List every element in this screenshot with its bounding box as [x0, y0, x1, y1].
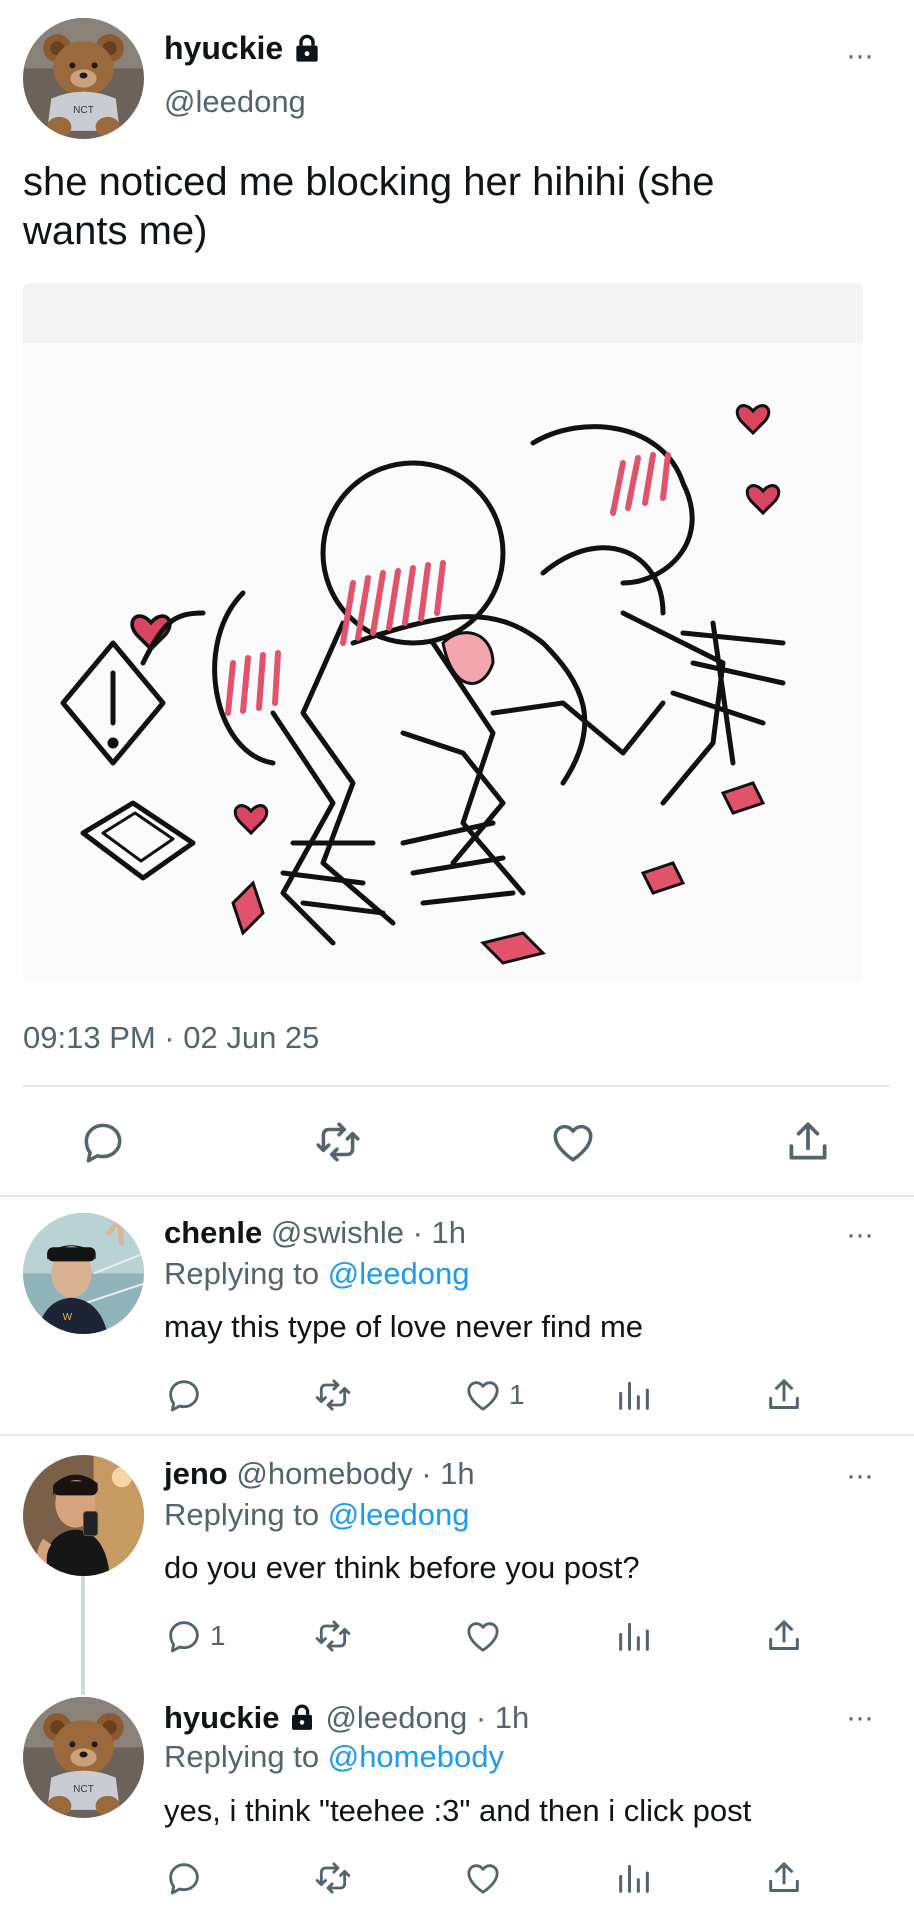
author-line: hyuckie @leedong · 1h	[164, 1700, 529, 1736]
tweet-text: she noticed me blocking her hihihi (she …	[23, 158, 715, 256]
handle-time[interactable]: @homebody · 1h	[236, 1456, 474, 1491]
divider	[0, 1434, 914, 1436]
lock-icon	[287, 1703, 317, 1733]
reply-count: 1	[210, 1620, 226, 1651]
svg-text:W: W	[63, 1312, 73, 1323]
author-line: chenle @swishle · 1h	[164, 1215, 466, 1251]
reply-icon[interactable]	[164, 1375, 204, 1415]
divider	[0, 1195, 914, 1197]
divider	[23, 1085, 890, 1087]
tweet-text-line: she noticed me blocking her hihihi (she	[23, 160, 715, 204]
author-line: hyuckie	[164, 30, 323, 67]
avatar-photo: W	[23, 1213, 144, 1334]
retweet-icon[interactable]	[313, 1117, 363, 1167]
replying-prefix: Replying to	[164, 1739, 320, 1774]
share-icon[interactable]	[764, 1616, 804, 1656]
display-name[interactable]: hyuckie	[164, 30, 283, 67]
avatar[interactable]: W	[23, 1213, 144, 1334]
retweet-icon[interactable]	[313, 1616, 353, 1656]
display-name[interactable]: hyuckie	[164, 1700, 279, 1736]
avatar[interactable]	[23, 1455, 144, 1576]
reply-text: do you ever think before you post?	[164, 1550, 640, 1585]
replying-to-link[interactable]: @leedong	[328, 1497, 470, 1532]
replying-to: Replying to @homebody	[164, 1739, 504, 1775]
replying-to: Replying to @leedong	[164, 1497, 470, 1533]
handle[interactable]: @leedong	[164, 84, 306, 120]
reply-icon[interactable]: 1	[164, 1616, 226, 1656]
replying-to: Replying to @leedong	[164, 1256, 470, 1292]
tweet-text-line: wants me)	[23, 209, 208, 253]
display-name[interactable]: jeno	[164, 1456, 228, 1491]
thread-line	[81, 1575, 85, 1695]
retweet-icon[interactable]	[313, 1858, 353, 1898]
author-line: jeno @homebody · 1h	[164, 1456, 475, 1492]
avatar-photo	[23, 1455, 144, 1576]
tweet-image[interactable]	[23, 283, 863, 983]
avatar[interactable]	[23, 1697, 144, 1818]
more-options-button[interactable]: ···	[846, 41, 874, 71]
meme-drawing	[23, 283, 863, 983]
replying-to-link[interactable]: @leedong	[328, 1256, 470, 1291]
reply-icon[interactable]	[78, 1117, 128, 1167]
handle-time[interactable]: @swishle · 1h	[271, 1215, 466, 1250]
share-icon[interactable]	[783, 1117, 833, 1167]
share-icon[interactable]	[764, 1858, 804, 1898]
replying-prefix: Replying to	[164, 1256, 320, 1291]
stats-icon[interactable]	[614, 1375, 654, 1415]
like-icon[interactable]	[463, 1616, 503, 1656]
share-icon[interactable]	[764, 1375, 804, 1415]
reply-text: may this type of love never find me	[164, 1309, 644, 1344]
more-options-button[interactable]: ···	[846, 1703, 874, 1733]
like-icon[interactable]	[463, 1858, 503, 1898]
lock-icon	[291, 33, 323, 65]
display-name[interactable]: chenle	[164, 1215, 262, 1250]
replying-prefix: Replying to	[164, 1497, 320, 1532]
stats-icon[interactable]	[614, 1858, 654, 1898]
timestamp[interactable]: 09:13 PM · 02 Jun 25	[23, 1020, 319, 1056]
more-options-button[interactable]: ···	[846, 1220, 874, 1250]
stats-icon[interactable]	[614, 1616, 654, 1656]
handle-time[interactable]: @leedong · 1h	[325, 1700, 529, 1736]
reply-icon[interactable]	[164, 1858, 204, 1898]
like-count: 1	[509, 1379, 525, 1410]
replying-to-link[interactable]: @homebody	[328, 1739, 504, 1774]
more-options-button[interactable]: ···	[846, 1461, 874, 1491]
retweet-icon[interactable]	[313, 1375, 353, 1415]
like-icon[interactable]	[548, 1117, 598, 1167]
like-icon[interactable]: 1	[463, 1375, 525, 1415]
reply-text: yes, i think "teehee :3" and then i clic…	[164, 1793, 752, 1828]
avatar[interactable]	[23, 18, 144, 139]
